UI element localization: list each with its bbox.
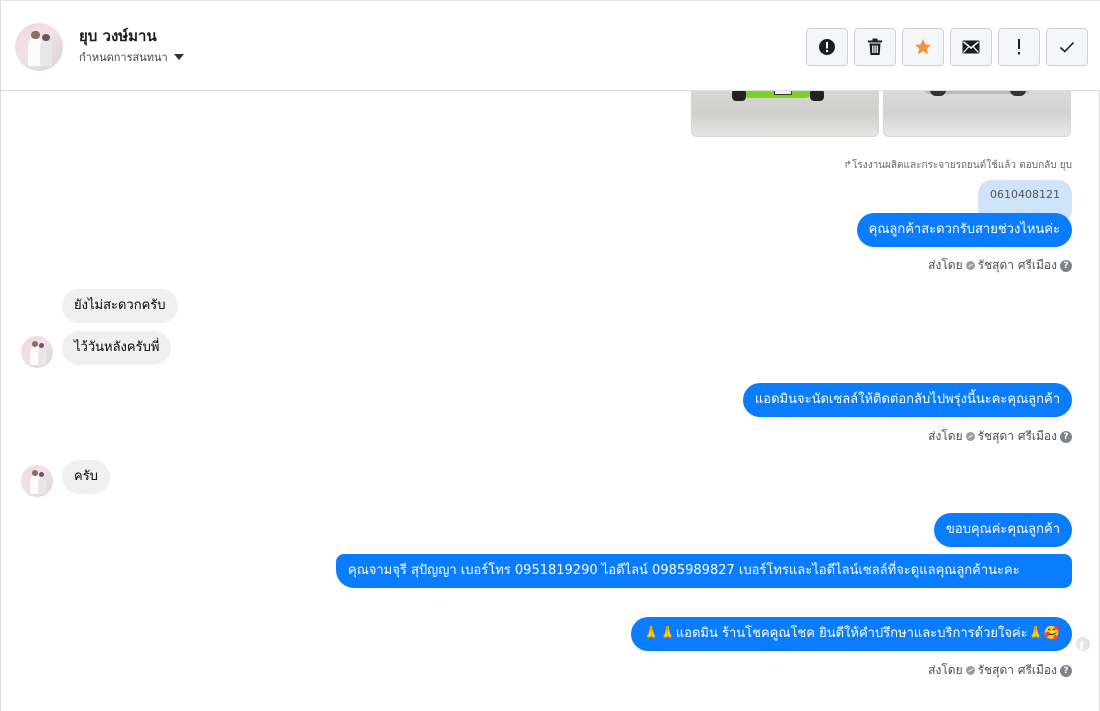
inbox-conversation-panel: ยุบ วงษ์มาน กำหนดการสนทนา ↱โรงงานผลิตและ… xyxy=(0,0,1100,711)
outgoing-message[interactable]: 🙏🙏แอดมิน ร้านโชคคูณโชค ยินดีให้คำปรึกษาแ… xyxy=(631,617,1072,651)
contact-name[interactable]: ยุบ วงษ์มาน xyxy=(79,24,157,48)
customer-avatar[interactable] xyxy=(21,336,53,368)
message-thread[interactable]: ↱โรงงานผลิตและกระจายรถยนต์ใช้แล้ว ตอบกลั… xyxy=(1,91,1100,711)
contact-avatar[interactable] xyxy=(15,23,63,71)
outgoing-message[interactable]: คุณลูกค้าสะดวกรับสายช่วงไหนค่ะ xyxy=(856,213,1072,247)
star-icon xyxy=(915,39,931,55)
outgoing-message[interactable]: แอดมินจะนัดเซลล์ให้ติดต่อกลับไปพรุ่งนี้น… xyxy=(742,383,1072,417)
exclamation-icon xyxy=(1018,39,1020,55)
sent-by-label: ส่งโดย xyxy=(928,258,963,272)
mark-unread-button[interactable] xyxy=(950,28,992,66)
conversation-toolbar xyxy=(806,28,1088,66)
sender-name[interactable]: รัชสุดา ศรีเมือง xyxy=(978,661,1057,680)
reply-arrow-icon: ↱ xyxy=(843,160,853,171)
sent-by-info: ส่งโดย รัชสุดา ศรีเมือง ? xyxy=(928,256,1072,275)
sent-by-info: ส่งโดย รัชสุดา ศรีเมือง ? xyxy=(928,661,1072,680)
help-icon[interactable]: ? xyxy=(1060,430,1072,443)
assign-conversation-dropdown[interactable]: กำหนดการสนทนา xyxy=(79,48,184,66)
conversation-header: ยุบ วงษ์มาน กำหนดการสนทนา xyxy=(1,0,1100,91)
help-icon[interactable]: ? xyxy=(1060,664,1072,677)
follow-up-button[interactable] xyxy=(998,28,1040,66)
outgoing-message[interactable]: คุณจามจุรี สุปัญญา เบอร์โทร 0951819290 ไ… xyxy=(336,554,1072,588)
trash-icon xyxy=(868,38,882,55)
star-button[interactable] xyxy=(902,28,944,66)
incoming-message[interactable]: ไว้วันหลังครับพี่ xyxy=(62,331,172,365)
delete-button[interactable] xyxy=(854,28,896,66)
help-icon[interactable]: ? xyxy=(1060,259,1072,272)
mark-done-button[interactable] xyxy=(1046,28,1088,66)
reply-context-note: ↱โรงงานผลิตและกระจายรถยนต์ใช้แล้ว ตอบกลั… xyxy=(843,160,1072,171)
seen-indicator-avatar xyxy=(1076,637,1090,651)
sent-by-label: ส่งโดย xyxy=(928,429,963,443)
edit-dot-icon xyxy=(965,432,975,441)
check-icon xyxy=(1059,41,1075,53)
sent-by-info: ส่งโดย รัชสุดา ศรีเมือง ? xyxy=(928,427,1072,446)
incoming-message[interactable]: ยังไม่สะดวกครับ xyxy=(62,289,178,323)
sender-name[interactable]: รัชสุดา ศรีเมือง xyxy=(978,256,1057,275)
mark-spam-button[interactable] xyxy=(806,28,848,66)
attachment-image[interactable] xyxy=(883,91,1071,137)
edit-dot-icon xyxy=(965,261,975,270)
outgoing-message[interactable]: ขอบคุณค่ะคุณลูกค้า xyxy=(934,513,1072,547)
sent-by-label: ส่งโดย xyxy=(928,663,963,677)
assign-conversation-label: กำหนดการสนทนา xyxy=(79,51,168,64)
customer-avatar[interactable] xyxy=(21,465,53,497)
attachment-image[interactable] xyxy=(691,91,879,137)
alert-circle-icon xyxy=(819,39,835,55)
sender-name[interactable]: รัชสุดา ศรีเมือง xyxy=(978,427,1057,446)
edit-dot-icon xyxy=(965,666,975,675)
incoming-message[interactable]: ครับ xyxy=(62,460,110,494)
caret-down-icon xyxy=(173,54,184,60)
envelope-icon xyxy=(962,40,980,54)
